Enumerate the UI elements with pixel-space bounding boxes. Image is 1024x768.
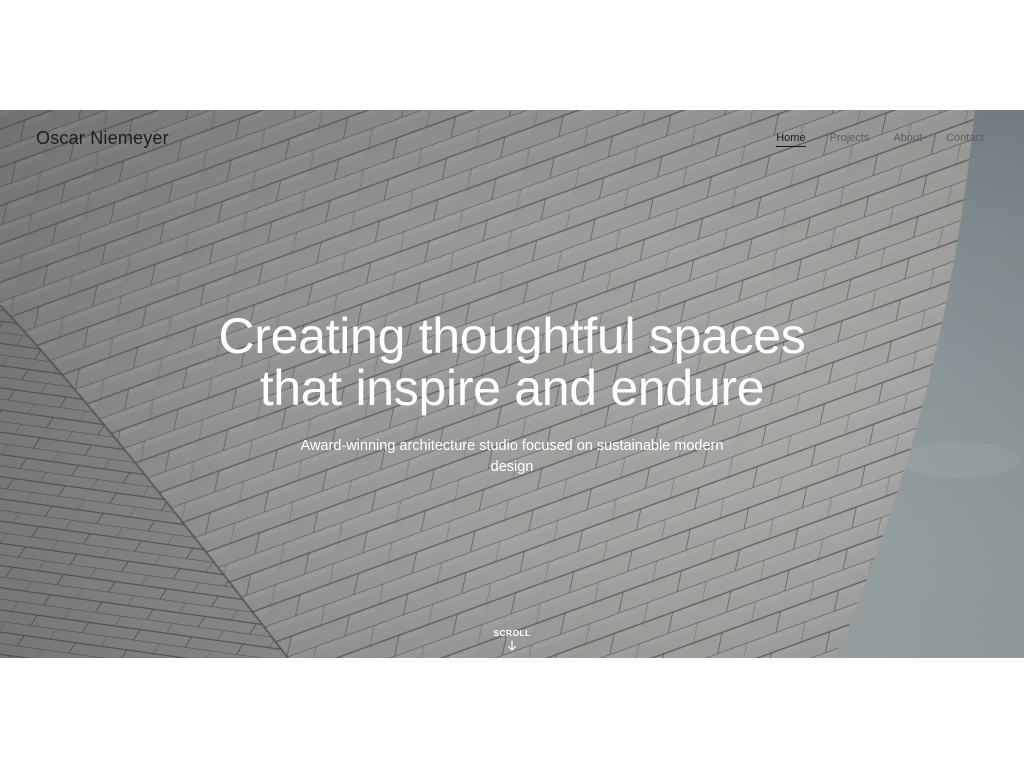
hero-section: Oscar Niemeyer Home Projects About Conta… — [0, 110, 1024, 658]
arrow-down-icon — [507, 640, 517, 651]
scroll-label: SCROLL — [493, 628, 531, 638]
nav-link-contact[interactable]: Contact — [946, 132, 984, 147]
brand-logo[interactable]: Oscar Niemeyer — [36, 128, 169, 149]
hero-subheadline: Award-winning architecture studio focuse… — [300, 438, 724, 475]
site-header: Oscar Niemeyer Home Projects About Conta… — [0, 110, 1024, 170]
nav-link-home[interactable]: Home — [776, 132, 806, 147]
hero-content: Creating thoughtful spaces that inspire … — [112, 310, 912, 478]
hero-headline-line-2: that inspire and endure — [259, 360, 765, 416]
nav-link-projects[interactable]: Projects — [830, 132, 870, 147]
hero-headline: Creating thoughtful spaces that inspire … — [112, 310, 912, 414]
hero-headline-line-1: Creating thoughtful spaces — [218, 308, 806, 364]
scroll-indicator[interactable]: SCROLL — [482, 628, 542, 652]
page: Oscar Niemeyer Home Projects About Conta… — [0, 0, 1024, 768]
main-nav: Home Projects About Contact — [776, 132, 984, 147]
nav-link-about[interactable]: About — [893, 132, 922, 147]
